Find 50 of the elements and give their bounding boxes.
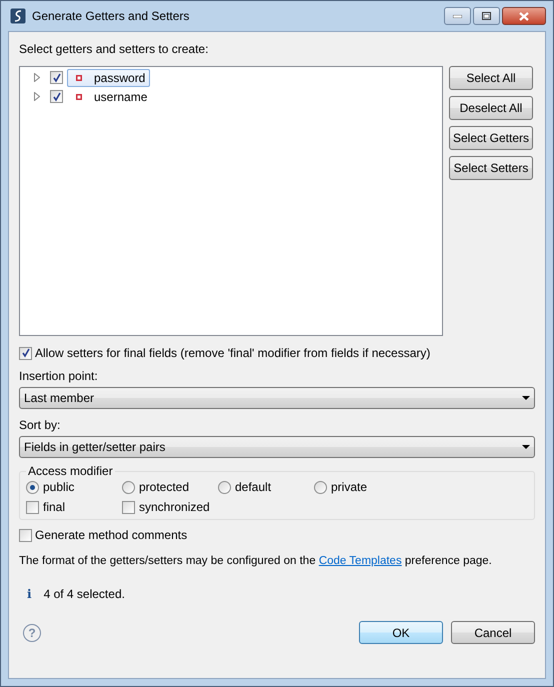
checkbox[interactable] (19, 528, 32, 542)
dropdown-arrow-icon (522, 396, 530, 400)
ok-button[interactable]: OK (359, 621, 443, 644)
sort-by-dropdown[interactable]: Fields in getter/setter pairs (19, 436, 535, 458)
checkbox-label: Allow setters for final fields (remove 'final' modifier from fields if necessary) (35, 346, 430, 360)
checkbox-label: Generate method comments (35, 528, 188, 542)
tree-item[interactable]: password (67, 68, 150, 86)
insertion-point-dropdown[interactable]: Last member (19, 387, 535, 409)
checkbox[interactable] (50, 90, 63, 103)
window-title: Generate Getters and Setters (32, 9, 190, 23)
app-icon (10, 8, 26, 24)
code-templates-link[interactable]: Code Templates (318, 555, 402, 567)
tree-item[interactable]: username (67, 88, 152, 106)
tree-label: Select getters and setters to create: (19, 42, 210, 56)
format-note: The format of the getters/setters may be configured on the Code Templates preference page. (19, 554, 493, 569)
minimize-button[interactable] (444, 7, 471, 25)
side-button[interactable]: Deselect All (449, 96, 533, 120)
expand-icon[interactable] (34, 73, 40, 82)
radio-button[interactable] (122, 480, 135, 494)
status-message: 4 of 4 selected. (44, 587, 125, 601)
close-icon (519, 12, 529, 20)
field-icon (76, 94, 82, 100)
field-icon (76, 74, 82, 80)
radio-button[interactable] (218, 480, 231, 494)
maximize-icon (482, 12, 491, 20)
radio-label: private (331, 480, 368, 494)
checkbox[interactable] (122, 500, 135, 514)
minimize-icon (453, 14, 462, 18)
radio-label: public (43, 480, 74, 494)
checkbox[interactable] (19, 346, 32, 360)
maximize-button[interactable] (473, 7, 500, 25)
group-title: Access modifier (27, 464, 114, 478)
dropdown-arrow-icon (522, 445, 530, 449)
close-button[interactable] (502, 7, 546, 25)
radio-label: protected (139, 480, 190, 494)
radio-button[interactable] (26, 480, 39, 494)
checkbox-label: synchronized (139, 500, 210, 514)
sort-by-label: Sort by: (19, 418, 62, 432)
info-icon: i (27, 587, 32, 601)
radio-button[interactable] (314, 480, 327, 494)
checkbox[interactable] (50, 71, 63, 84)
side-button[interactable]: Select All (449, 66, 533, 90)
radio-label: default (235, 480, 272, 494)
side-button[interactable]: Select Getters (449, 126, 533, 150)
side-button[interactable]: Select Setters (449, 156, 533, 180)
expand-icon[interactable] (34, 92, 40, 101)
checkbox[interactable] (26, 500, 39, 514)
insertion-point-label: Insertion point: (19, 369, 99, 383)
checkbox-label: final (43, 500, 66, 514)
cancel-button[interactable]: Cancel (451, 621, 535, 644)
